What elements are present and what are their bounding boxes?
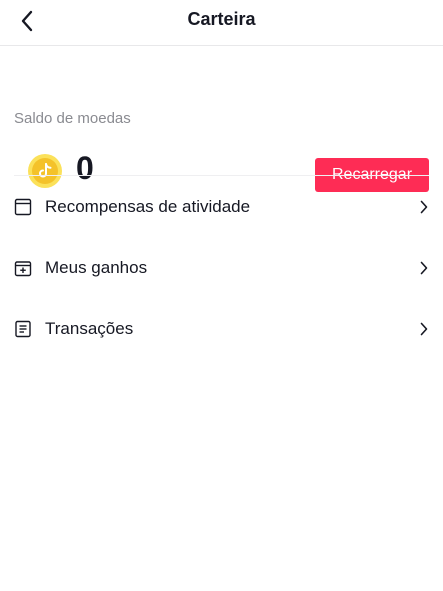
menu-item-label: Recompensas de atividade — [45, 196, 251, 216]
reward-box-icon — [14, 198, 32, 215]
document-icon — [15, 320, 31, 337]
chevron-right-icon — [420, 322, 428, 335]
menu-item-activity-rewards[interactable]: Recompensas de atividade — [0, 176, 443, 237]
menu-item-label: Transações — [45, 318, 134, 338]
menu-item-transactions[interactable]: Transações — [0, 298, 443, 359]
menu-item-label: Meus ganhos — [45, 257, 148, 277]
header-bar: Carteira — [0, 0, 443, 46]
menu-item-my-earnings[interactable]: Meus ganhos — [0, 237, 443, 298]
chevron-right-icon — [420, 261, 428, 274]
balance-section: Saldo de moedas 0 Recarregar — [0, 46, 443, 192]
page-title: Carteira — [187, 9, 256, 29]
wallet-menu: Recompensas de atividade Meus ganhos Tra… — [0, 176, 443, 359]
earnings-icon — [14, 260, 32, 276]
chevron-right-icon — [420, 200, 428, 213]
balance-label: Saldo de moedas — [14, 110, 131, 127]
